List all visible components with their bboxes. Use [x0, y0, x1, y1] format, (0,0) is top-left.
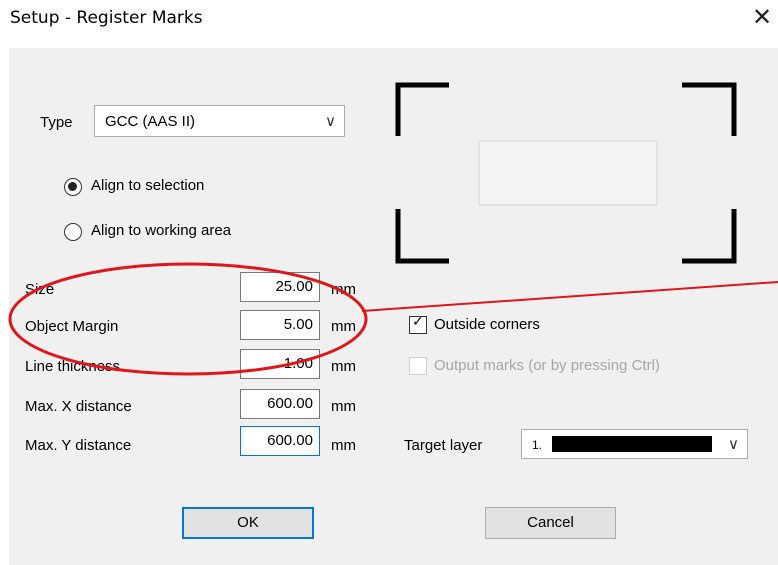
annotation-overlay	[8, 262, 778, 376]
annotation-ellipse	[8, 262, 368, 376]
annotation-pointer-line	[361, 281, 778, 312]
